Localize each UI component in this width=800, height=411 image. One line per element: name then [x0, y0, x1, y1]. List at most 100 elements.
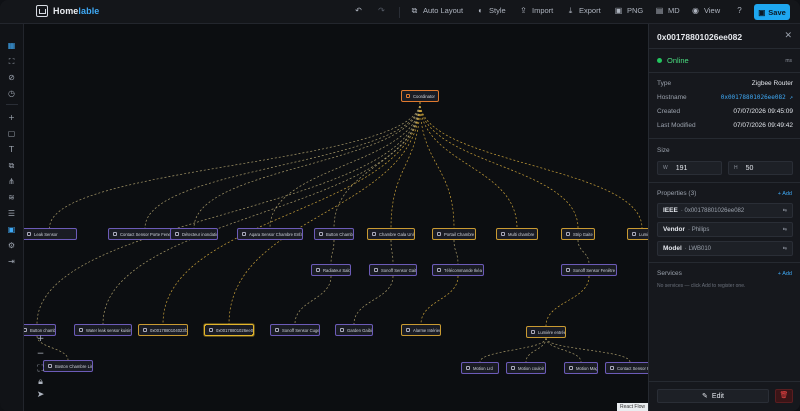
close-icon[interactable]: ✕ — [784, 30, 792, 41]
property-model[interactable]: Model · LWB010 ⇆ — [657, 241, 793, 256]
undo-button[interactable]: ↶ — [354, 6, 363, 15]
edge[interactable] — [453, 239, 459, 265]
graph-node[interactable]: Télécommande Ikéa — [432, 264, 484, 276]
add-service-button[interactable]: + Add — [778, 271, 792, 277]
edge[interactable] — [36, 101, 421, 325]
edge[interactable] — [193, 101, 421, 229]
graph-node[interactable]: Détecteur inondation — [170, 228, 218, 240]
rectangle-icon[interactable]: ▢ — [6, 128, 17, 139]
edge[interactable] — [330, 239, 335, 265]
delete-button[interactable]: 🗑︎ — [775, 389, 793, 403]
auto-layout-button[interactable]: ⧉ Auto Layout — [410, 6, 463, 15]
edge[interactable] — [390, 239, 394, 265]
property-vendor[interactable]: Vendor · Philips ⇆ — [657, 222, 793, 237]
graph-node[interactable]: Contact Sensor Porte — [605, 362, 648, 374]
graph-node[interactable]: 0x00178801026ee082 — [204, 324, 254, 336]
container-icon[interactable]: ⧉ — [6, 160, 17, 171]
md-button[interactable]: ▤ MD — [655, 6, 680, 15]
png-button[interactable]: ▣ PNG — [614, 6, 644, 15]
logout-icon[interactable]: ⇥ — [6, 256, 17, 267]
edit-button[interactable]: ✎ Edit — [657, 389, 769, 403]
storage-icon[interactable]: ▣ — [6, 224, 17, 235]
fit-view-button[interactable]: ⛶ — [33, 363, 48, 375]
layout-icon[interactable]: ▦ — [6, 40, 17, 51]
edge[interactable] — [545, 337, 631, 363]
graph-node[interactable]: Chambre Gala Univer — [367, 228, 415, 240]
property-ieee[interactable]: IEEE · 0x00178801026ee082 ⇆ — [657, 203, 793, 218]
graph-node[interactable]: Alarme Intérieur — [401, 324, 441, 336]
save-button[interactable]: ▣ Save — [754, 4, 790, 20]
graph-node[interactable]: Sonoff Sensor Fenêtre — [561, 264, 617, 276]
server-icon[interactable]: ☰ — [6, 208, 17, 219]
graph-node[interactable]: Radiateur Salon — [311, 264, 351, 276]
react-flow-attribution[interactable]: React Flow — [616, 403, 648, 411]
height-input[interactable]: H 50 — [728, 161, 793, 175]
zoom-in-button[interactable]: + — [33, 333, 48, 345]
help-button[interactable]: ? — [735, 6, 744, 15]
edge[interactable] — [545, 337, 582, 363]
edge[interactable] — [577, 239, 590, 265]
edge[interactable] — [419, 101, 579, 229]
edge[interactable] — [269, 101, 421, 229]
graph-node[interactable]: Leak Sensor — [24, 228, 77, 240]
edge[interactable] — [420, 275, 459, 325]
export-button[interactable]: ⤓ Export — [566, 6, 601, 15]
wifi-icon[interactable]: ≋ — [6, 192, 17, 203]
graph-node[interactable]: Strip Gaite — [561, 228, 595, 240]
import-button[interactable]: ⇪ Import — [519, 6, 553, 15]
edge[interactable] — [419, 101, 643, 229]
edge[interactable] — [353, 275, 394, 325]
add-property-button[interactable]: + Add — [778, 191, 792, 197]
edge[interactable] — [545, 275, 590, 327]
graph-node[interactable]: Sonoff Sensor Gaite — [369, 264, 417, 276]
add-node-icon[interactable]: + — [6, 112, 17, 123]
edge[interactable] — [525, 337, 547, 363]
graph-node[interactable]: Button Chambre — [314, 228, 354, 240]
graph-node[interactable]: Coordinator — [401, 90, 439, 102]
node-label: Water leak sensor kuisine — [86, 327, 132, 333]
hierarchy-icon[interactable]: ⋔ — [6, 176, 17, 187]
device-icon — [113, 232, 117, 236]
graph-node[interactable]: Boston Chambre Lina — [43, 360, 93, 372]
brand[interactable]: Homelable — [36, 5, 99, 17]
edge[interactable] — [162, 101, 421, 325]
pointer-button[interactable]: ➤ — [33, 389, 48, 401]
hide-icon[interactable]: ⊘ — [6, 72, 17, 83]
graph-node[interactable]: Motion couloir — [506, 362, 546, 374]
edge[interactable] — [419, 101, 518, 229]
graph-node[interactable]: Motion Magic — [564, 362, 598, 374]
graph-node[interactable]: Water leak sensor kuisine — [74, 324, 132, 336]
property-edit-icon[interactable]: ⇆ — [783, 246, 787, 252]
graph-node[interactable]: Lumière — [627, 228, 648, 240]
graph-node[interactable]: Multi chambre — [496, 228, 538, 240]
property-edit-icon[interactable]: ⇆ — [783, 208, 787, 214]
width-input[interactable]: W 191 — [657, 161, 722, 175]
edge[interactable] — [144, 101, 421, 229]
node-label: Sonoff Sensor Gaite — [381, 267, 417, 273]
view-button[interactable]: ◉ View — [691, 6, 720, 15]
graph-node[interactable]: Portail Chambre — [432, 228, 476, 240]
graph-node[interactable]: Sonoff Sensor Cuge — [270, 324, 320, 336]
graph-node[interactable]: Lumière entrée — [526, 326, 566, 338]
edge[interactable] — [419, 101, 455, 229]
edge[interactable] — [294, 275, 332, 325]
download-icon: ⤓ — [568, 6, 573, 15]
graph-node[interactable]: Motion Lrd — [461, 362, 499, 374]
property-edit-icon[interactable]: ⇆ — [783, 227, 787, 233]
style-button[interactable]: ◐ Style — [476, 6, 506, 15]
settings-icon[interactable]: ⚙ — [6, 240, 17, 251]
edge[interactable] — [49, 101, 421, 229]
redo-button[interactable]: ↷ — [377, 6, 386, 15]
zoom-out-button[interactable]: − — [33, 348, 48, 360]
edge[interactable] — [390, 101, 421, 229]
select-icon[interactable]: ⛶ — [6, 56, 17, 67]
graph-node[interactable]: Aqara Sensor Chambre Enfants — [237, 228, 303, 240]
graph-canvas[interactable]: Coordinator Leak Sensor Contact Sensor Por… — [24, 24, 648, 411]
lock-button[interactable]: 🔒︎ — [33, 376, 48, 388]
text-icon[interactable]: T — [6, 144, 17, 155]
edge[interactable] — [333, 101, 421, 229]
hostname-link[interactable]: 0x00178801026ee082 ↗ — [721, 94, 793, 101]
graph-node[interactable]: 0x0017880104023f1d — [138, 324, 188, 336]
history-icon[interactable]: ◷ — [6, 88, 17, 99]
graph-node[interactable]: Garden Gaibit — [335, 324, 373, 336]
